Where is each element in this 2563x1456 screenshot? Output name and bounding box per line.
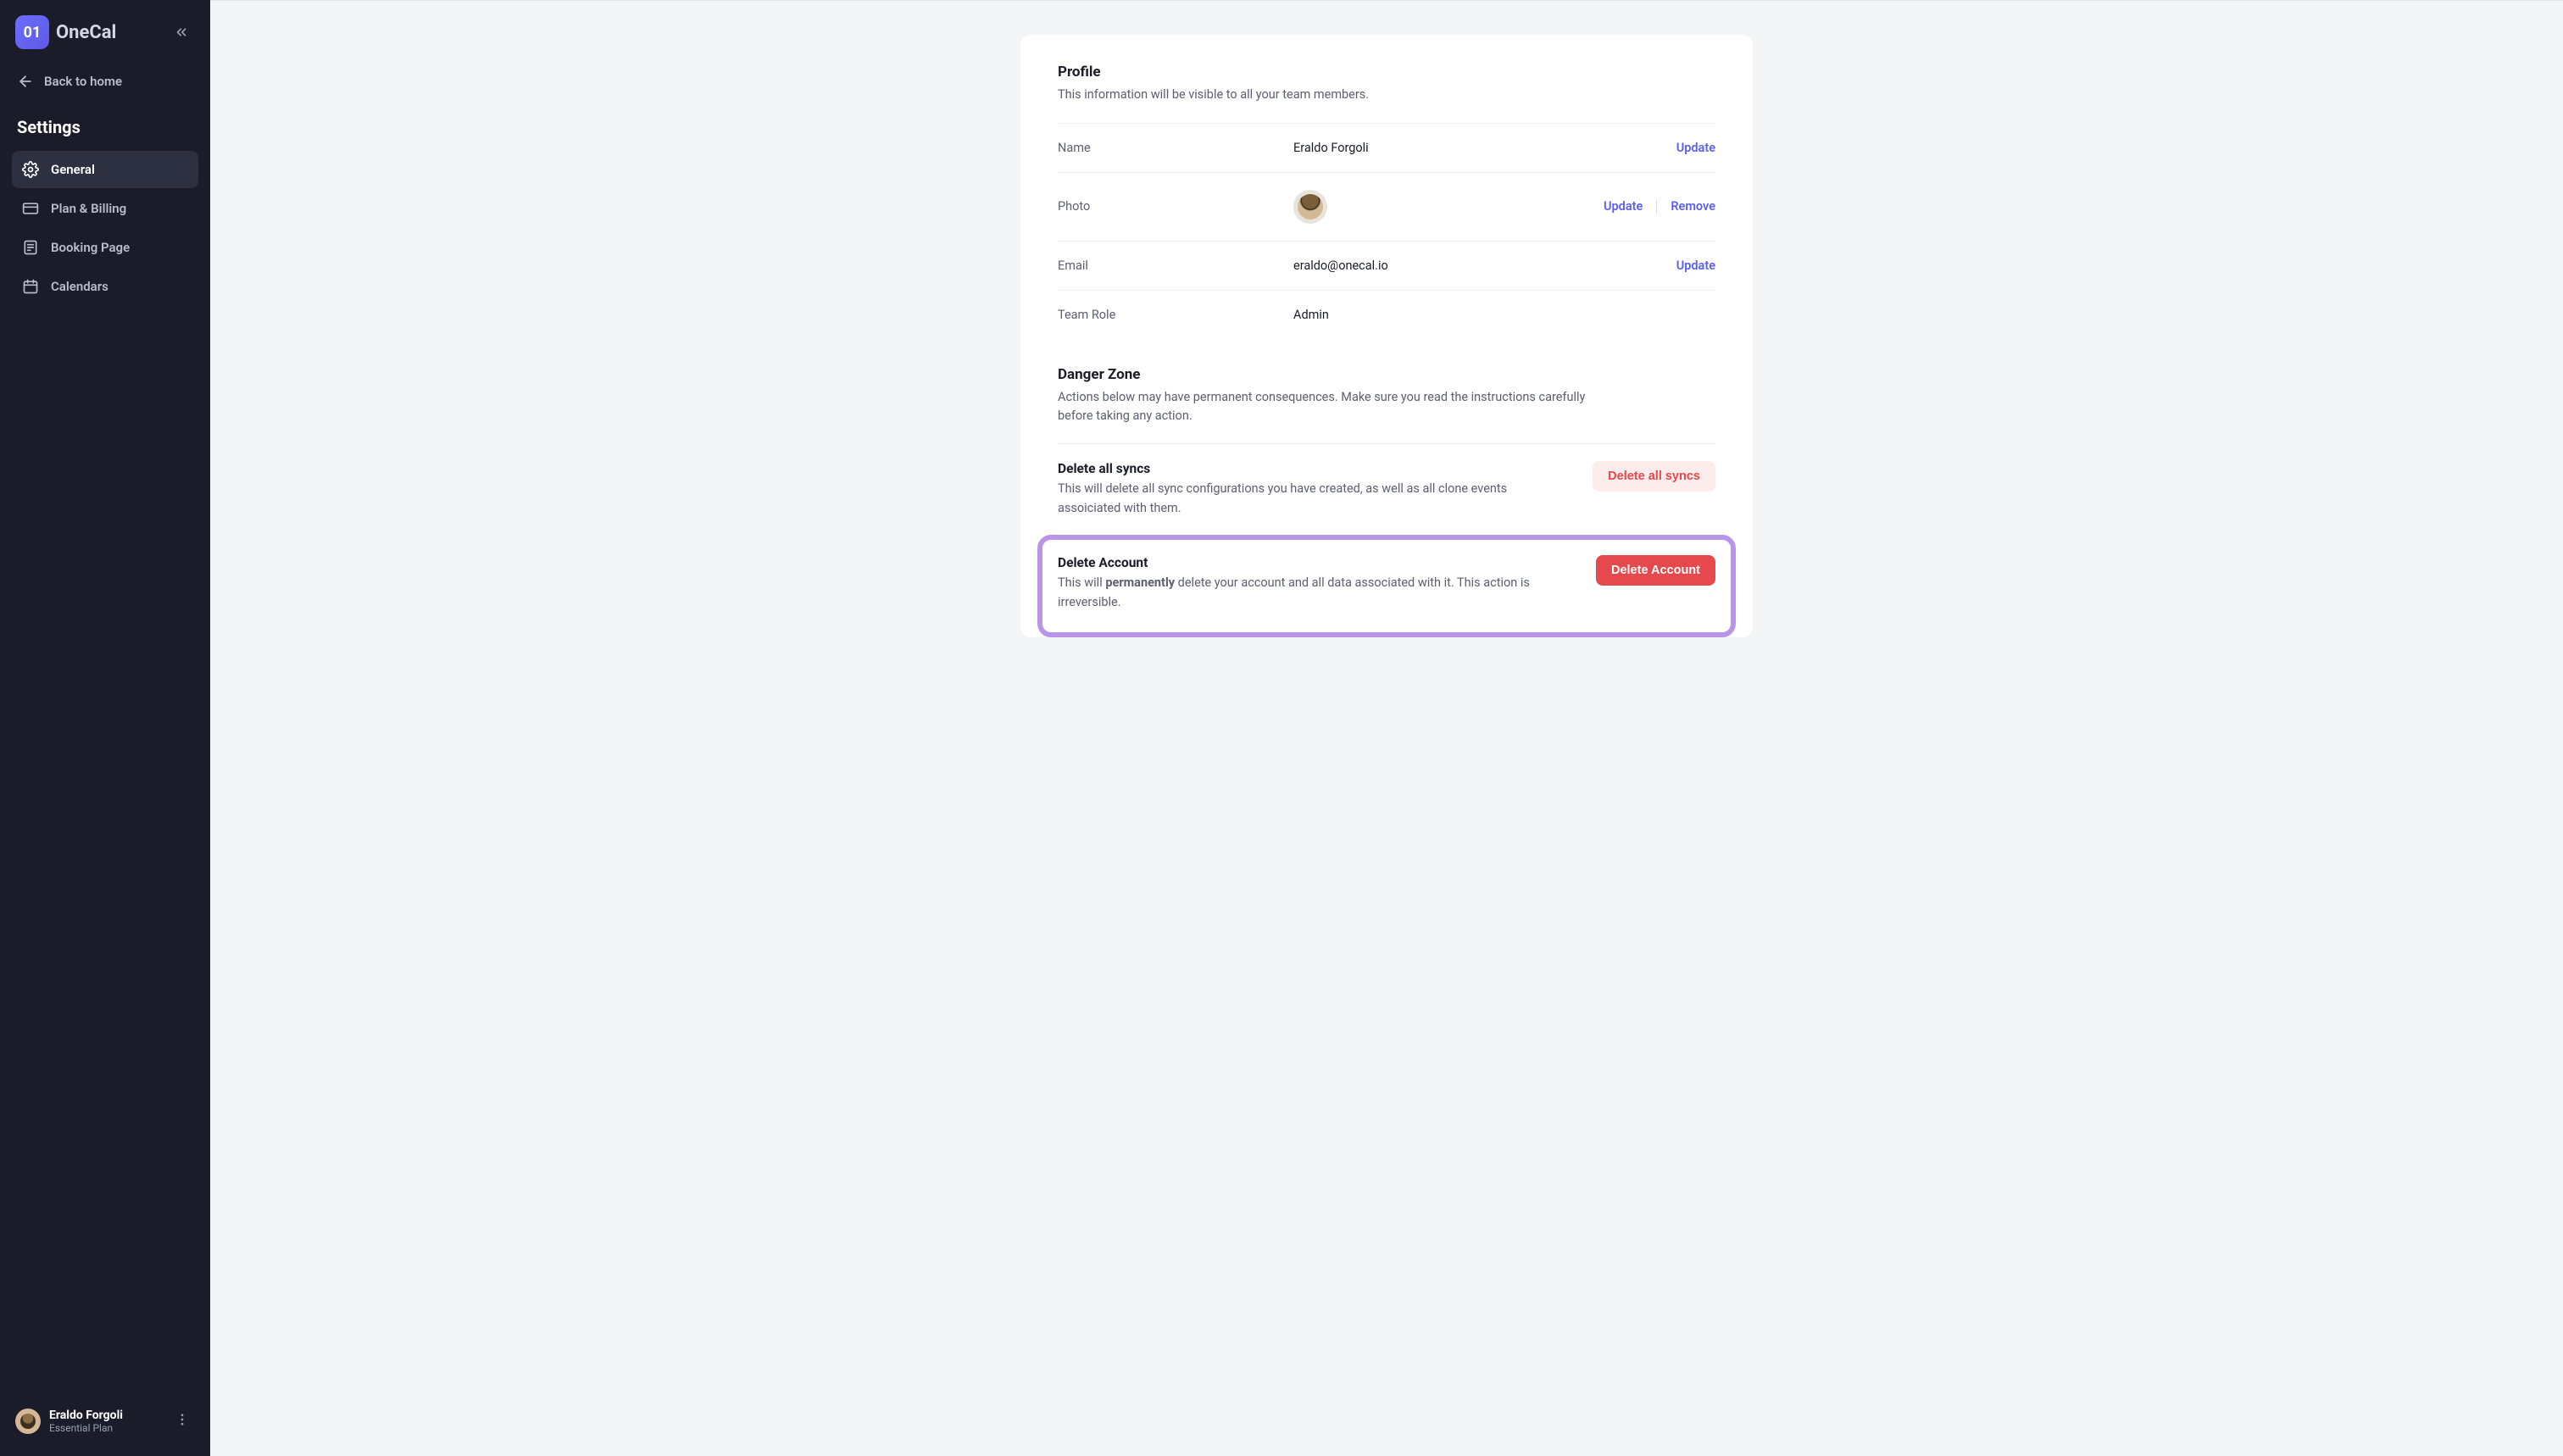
delete-account-title: Delete Account bbox=[1058, 555, 1571, 570]
profile-subtitle: This information will be visible to all … bbox=[1058, 86, 1715, 104]
profile-row-name: Name Eraldo Forgoli Update bbox=[1058, 123, 1715, 172]
profile-title: Profile bbox=[1058, 64, 1715, 81]
profile-photo bbox=[1293, 190, 1327, 224]
danger-zone-section: Danger Zone Actions below may have perma… bbox=[1058, 366, 1715, 637]
page-icon bbox=[22, 239, 39, 256]
collapse-sidebar-button[interactable] bbox=[168, 19, 195, 46]
row-label: Name bbox=[1058, 141, 1293, 155]
logo[interactable]: 01 OneCal bbox=[15, 15, 116, 49]
user-info[interactable]: Eraldo Forgoli Essential Plan bbox=[15, 1409, 123, 1434]
user-plan: Essential Plan bbox=[49, 1422, 123, 1434]
row-label: Photo bbox=[1058, 199, 1293, 214]
sidebar-footer: Eraldo Forgoli Essential Plan bbox=[12, 1402, 198, 1441]
sidebar: 01 OneCal Back to home Settings General … bbox=[0, 0, 210, 1456]
profile-row-email: Email eraldo@onecal.io Update bbox=[1058, 241, 1715, 290]
back-label: Back to home bbox=[44, 74, 122, 89]
user-name: Eraldo Forgoli bbox=[49, 1409, 123, 1422]
danger-title: Danger Zone bbox=[1058, 366, 1715, 383]
sidebar-item-general[interactable]: General bbox=[12, 151, 198, 188]
profile-row-photo: Photo Update Remove bbox=[1058, 172, 1715, 241]
sidebar-item-booking-page[interactable]: Booking Page bbox=[12, 229, 198, 266]
row-label: Email bbox=[1058, 258, 1293, 273]
divider bbox=[1656, 199, 1657, 214]
sidebar-item-plan-billing[interactable]: Plan & Billing bbox=[12, 190, 198, 227]
delete-account-row: Delete Account This will permanently del… bbox=[1058, 553, 1715, 612]
delete-account-highlight: Delete Account This will permanently del… bbox=[1037, 535, 1736, 637]
chevron-double-left-icon bbox=[174, 25, 189, 40]
row-value: eraldo@onecal.io bbox=[1293, 258, 1676, 273]
sidebar-item-label: Calendars bbox=[51, 279, 108, 294]
update-photo-link[interactable]: Update bbox=[1604, 199, 1643, 214]
sidebar-section-title: Settings bbox=[12, 117, 198, 151]
delete-account-button[interactable]: Delete Account bbox=[1596, 555, 1715, 586]
update-name-link[interactable]: Update bbox=[1676, 141, 1715, 155]
sidebar-header: 01 OneCal bbox=[12, 15, 198, 49]
arrow-left-icon bbox=[17, 73, 34, 90]
credit-card-icon bbox=[22, 200, 39, 217]
user-menu-button[interactable] bbox=[170, 1407, 195, 1436]
row-label: Team Role bbox=[1058, 308, 1293, 322]
row-value: Admin bbox=[1293, 308, 1715, 322]
remove-photo-link[interactable]: Remove bbox=[1671, 199, 1715, 214]
delete-all-syncs-button[interactable]: Delete all syncs bbox=[1593, 461, 1715, 492]
row-value: Eraldo Forgoli bbox=[1293, 141, 1676, 155]
logo-mark: 01 bbox=[15, 15, 49, 49]
sidebar-item-label: General bbox=[51, 162, 95, 177]
delete-syncs-title: Delete all syncs bbox=[1058, 461, 1567, 476]
logo-text: OneCal bbox=[56, 22, 116, 43]
danger-subtitle: Actions below may have permanent consequ… bbox=[1058, 388, 1600, 425]
update-email-link[interactable]: Update bbox=[1676, 258, 1715, 273]
avatar bbox=[15, 1409, 41, 1434]
profile-section: Profile This information will be visible… bbox=[1058, 64, 1715, 339]
profile-row-role: Team Role Admin bbox=[1058, 290, 1715, 339]
calendar-icon bbox=[22, 278, 39, 295]
sidebar-item-label: Booking Page bbox=[51, 240, 130, 255]
sidebar-item-calendars[interactable]: Calendars bbox=[12, 268, 198, 305]
delete-syncs-desc: This will delete all sync configurations… bbox=[1058, 480, 1515, 518]
main-content: Profile This information will be visible… bbox=[210, 0, 2563, 1456]
sidebar-item-label: Plan & Billing bbox=[51, 201, 126, 216]
back-to-home-link[interactable]: Back to home bbox=[12, 66, 198, 97]
delete-syncs-row: Delete all syncs This will delete all sy… bbox=[1058, 443, 1715, 538]
delete-account-desc: This will permanently delete your accoun… bbox=[1058, 574, 1532, 612]
gear-icon bbox=[22, 161, 39, 178]
more-vertical-icon bbox=[175, 1412, 190, 1427]
settings-card: Profile This information will be visible… bbox=[1020, 35, 1753, 637]
